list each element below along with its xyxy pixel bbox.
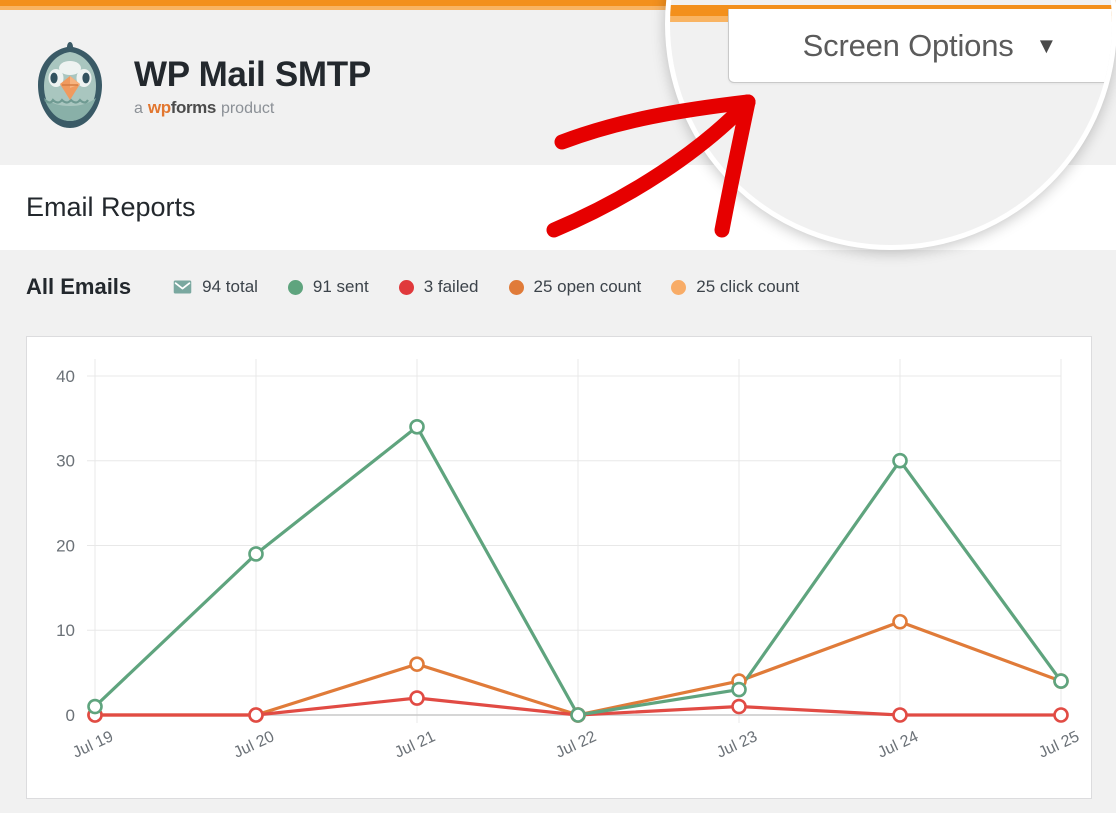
chart-legend: 94 total 91 sent 3 failed 25 open count bbox=[173, 277, 799, 297]
data-point-failed[interactable] bbox=[892, 707, 908, 723]
x-axis-tick-label: Jul 19 bbox=[70, 728, 116, 761]
dot-icon-failed bbox=[398, 279, 414, 295]
brand-subtitle-suffix: product bbox=[220, 100, 275, 118]
x-axis-tick-label: Jul 20 bbox=[231, 728, 277, 761]
data-point-sent[interactable] bbox=[570, 707, 586, 723]
data-point-sent[interactable] bbox=[892, 452, 908, 469]
data-point-open-count[interactable] bbox=[892, 613, 908, 630]
legend-label-failed: 3 failed bbox=[423, 277, 479, 296]
report-content: All Emails 94 total 91 sent 3 failed 25 … bbox=[0, 250, 1116, 813]
y-axis-tick-label: 30 bbox=[56, 452, 75, 471]
data-point-failed[interactable] bbox=[731, 698, 747, 715]
chevron-down-icon: ▼ bbox=[1035, 32, 1058, 58]
legend-label-open-count: 25 open count bbox=[533, 277, 642, 296]
email-reports-line-chart[interactable]: 0 10 20 30 40 Jul 19 Jul 20 Jul 21 Jul 22 Jul 23 J… bbox=[27, 337, 1091, 798]
x-axis-tick-label: Jul 21 bbox=[392, 728, 438, 761]
x-axis-tick-label: Jul 23 bbox=[714, 728, 760, 761]
dot-icon-sent bbox=[287, 279, 303, 295]
data-point-failed[interactable] bbox=[1053, 707, 1069, 723]
brand-text-block: WP Mail SMTP a wpforms product bbox=[134, 54, 371, 119]
section-title: All Emails bbox=[26, 274, 132, 299]
data-point-failed[interactable] bbox=[409, 690, 425, 706]
brand-subtitle: a wpforms product bbox=[134, 98, 371, 118]
x-axis-tick-label: Jul 25 bbox=[1036, 728, 1082, 761]
legend-item-total[interactable]: 94 total bbox=[173, 277, 258, 297]
y-axis-tick-label: 40 bbox=[56, 367, 75, 386]
legend-label-sent: 91 sent bbox=[312, 277, 369, 296]
y-axis-tick-label: 0 bbox=[66, 706, 75, 725]
chart-card: 0 10 20 30 40 Jul 19 Jul 20 Jul 21 Jul 22 Jul 23 J… bbox=[26, 336, 1092, 799]
brand-title: WP Mail SMTP bbox=[134, 54, 371, 94]
data-point-failed[interactable] bbox=[248, 707, 264, 723]
dot-icon-open-count bbox=[508, 279, 524, 295]
wp-mail-smtp-logo bbox=[28, 38, 112, 138]
y-axis-tick-label: 20 bbox=[56, 536, 75, 555]
wpforms-wordmark: wpforms bbox=[148, 98, 216, 118]
data-point-sent[interactable] bbox=[248, 546, 264, 562]
x-axis-tick-label: Jul 22 bbox=[553, 728, 599, 761]
legend-label-total: 94 total bbox=[202, 277, 258, 296]
dot-icon-click-count bbox=[671, 279, 687, 295]
page-title: Email Reports bbox=[26, 192, 196, 222]
x-axis-tick-label: Jul 24 bbox=[875, 728, 921, 761]
legend-item-click-count[interactable]: 25 click count bbox=[671, 277, 799, 297]
app-root: WP Mail SMTP a wpforms product Email Rep… bbox=[0, 0, 1116, 813]
legend-item-open-count[interactable]: 25 open count bbox=[508, 277, 642, 297]
legend-item-failed[interactable]: 3 failed bbox=[398, 277, 479, 297]
screen-options-button[interactable]: Screen Options ▼ bbox=[728, 9, 1112, 83]
data-point-sent[interactable] bbox=[409, 419, 425, 435]
wpforms-wp: wp bbox=[147, 98, 171, 118]
wpforms-forms: forms bbox=[170, 98, 217, 118]
data-point-sent[interactable] bbox=[87, 698, 103, 715]
data-point-sent[interactable] bbox=[1053, 673, 1069, 689]
data-point-open-count[interactable] bbox=[409, 656, 425, 672]
data-point-sent[interactable] bbox=[731, 681, 747, 698]
brand-subtitle-prefix: a bbox=[134, 100, 143, 118]
screen-options-label: Screen Options bbox=[802, 27, 1014, 63]
chart-header: All Emails 94 total 91 sent 3 failed 25 … bbox=[0, 250, 1116, 312]
legend-label-click-count: 25 click count bbox=[696, 277, 800, 296]
chart-svg: 0 10 20 30 40 Jul 19 Jul 20 Jul 21 Jul 22 Jul 23 J… bbox=[56, 359, 1082, 762]
envelope-icon bbox=[173, 280, 192, 294]
y-axis-tick-label: 10 bbox=[56, 621, 75, 640]
legend-item-sent[interactable]: 91 sent bbox=[287, 277, 369, 297]
